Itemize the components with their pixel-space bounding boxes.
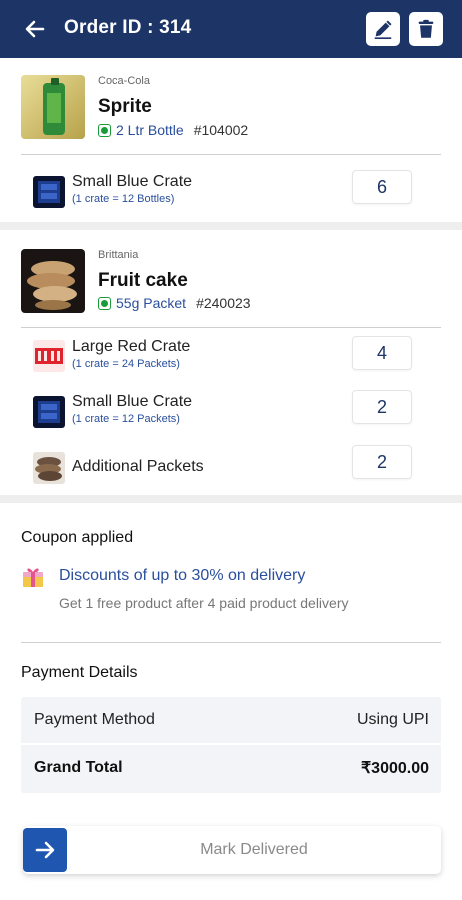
product-code: #240023	[196, 295, 251, 311]
crate-name: Small Blue Crate	[72, 173, 193, 190]
delete-button[interactable]	[409, 12, 443, 46]
red-crate-icon	[33, 340, 65, 372]
arrow-left-icon	[25, 20, 45, 38]
veg-indicator-icon	[98, 296, 111, 310]
crate-name: Small Blue Crate	[72, 393, 193, 410]
crate-row: Small Blue Crate (1 crate = 12 Bottles) …	[0, 164, 462, 214]
crate-row: Large Red Crate (1 crate = 24 Packets) 4	[0, 330, 462, 380]
arrow-right-icon	[23, 828, 67, 872]
edit-button[interactable]	[366, 12, 400, 46]
product-name: Fruit cake	[98, 270, 188, 291]
quantity-field[interactable]: 4	[352, 336, 412, 370]
crate-capacity: (1 crate = 12 Packets)	[72, 413, 180, 425]
quantity-field[interactable]: 2	[352, 445, 412, 479]
payment-method-row: Payment Method Using UPI	[21, 697, 441, 743]
crate-name: Large Red Crate	[72, 338, 191, 355]
product-name: Sprite	[98, 96, 152, 117]
crate-capacity: (1 crate = 24 Packets)	[72, 358, 180, 370]
mark-delivered-label: Mark Delivered	[200, 841, 308, 858]
section-divider	[0, 495, 462, 503]
payment-section-title: Payment Details	[21, 664, 138, 681]
divider	[21, 154, 441, 155]
variant-label: 55g Packet	[116, 295, 187, 311]
page-title: Order ID : 314	[64, 17, 192, 38]
payment-method-label: Payment Method	[34, 711, 155, 728]
payment-method-value: Using UPI	[356, 711, 429, 728]
veg-indicator-icon	[98, 123, 111, 137]
product-variant: 2 Ltr Bottle #104002	[98, 122, 248, 138]
product-brand: Brittania	[98, 249, 139, 261]
crate-name: Additional Packets	[72, 458, 204, 475]
crate-row: Additional Packets 2	[0, 440, 462, 490]
grand-total-label: Grand Total	[34, 759, 123, 776]
divider	[21, 642, 441, 643]
edit-pen-icon	[374, 20, 392, 39]
crate-capacity: (1 crate = 12 Bottles)	[72, 193, 175, 205]
payment-summary: Payment Method Using UPI Grand Total ₹30…	[21, 697, 441, 793]
coupon-section-title: Coupon applied	[21, 529, 134, 546]
quantity-field[interactable]: 6	[352, 170, 412, 204]
grand-total-row: Grand Total ₹3000.00	[21, 745, 441, 791]
blue-crate-icon	[33, 396, 65, 428]
product-image	[21, 75, 85, 139]
blue-crate-icon	[33, 176, 65, 208]
trash-icon	[418, 19, 434, 38]
app-header: Order ID : 314	[0, 0, 462, 58]
divider	[21, 327, 441, 328]
coupon-description: Get 1 free product after 4 paid product …	[59, 595, 349, 611]
variant-label: 2 Ltr Bottle	[116, 122, 184, 138]
product-code: #104002	[193, 122, 249, 138]
mark-delivered-button[interactable]: Mark Delivered	[23, 826, 441, 874]
coupon-headline[interactable]: Discounts of up to 30% on delivery	[59, 567, 305, 585]
section-divider	[0, 222, 462, 230]
packet-icon	[33, 452, 65, 484]
product-variant: 55g Packet #240023	[98, 295, 251, 311]
coupon-gift-icon	[21, 566, 45, 588]
product-brand: Coca-Cola	[98, 75, 150, 87]
back-button[interactable]	[20, 14, 50, 44]
product-image	[21, 249, 85, 313]
crate-row: Small Blue Crate (1 crate = 12 Packets) …	[0, 385, 462, 435]
quantity-field[interactable]: 2	[352, 390, 412, 424]
grand-total-value: ₹3000.00	[360, 760, 429, 777]
